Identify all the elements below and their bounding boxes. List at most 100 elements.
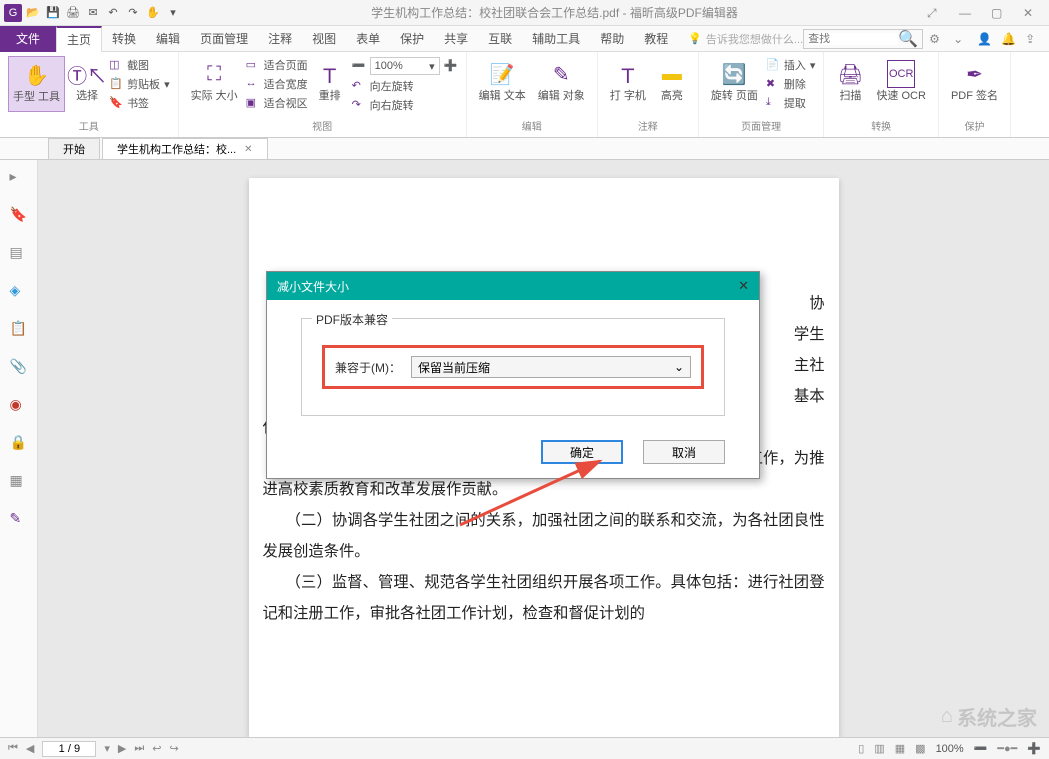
rail-pages-icon[interactable]: ▤ [10,244,28,262]
snapshot-button[interactable]: ◫截图 [109,56,170,74]
maximize-icon[interactable]: ▢ [991,6,1005,20]
open-icon[interactable]: 📂 [24,4,42,22]
delete-button[interactable]: ✖删除 [766,75,816,93]
doc-tab-current[interactable]: 学生机构工作总结：校...✕ [102,138,268,159]
prev-page-icon[interactable]: ◀ [26,742,34,755]
nav-back-icon[interactable]: ↩ [152,742,161,755]
edit-object-button[interactable]: ✎编辑 对象 [534,56,589,106]
rail-layers-icon[interactable]: ◈ [10,282,28,300]
first-page-icon[interactable]: ⏮ [8,742,18,755]
close-tab-icon[interactable]: ✕ [244,144,252,155]
minimize-icon[interactable]: — [959,6,973,20]
ribbon-collapse-icon[interactable]: ⤢ [927,6,941,20]
doc-tab-start[interactable]: 开始 [48,138,100,159]
dialog-titlebar[interactable]: 减小文件大小 ✕ [267,272,759,300]
tab-convert[interactable]: 转换 [102,26,146,52]
insert-button[interactable]: 📄插入▾ [766,56,816,74]
tab-pages[interactable]: 页面管理 [190,26,258,52]
close-window-icon[interactable]: ✕ [1023,6,1037,20]
tab-accessibility[interactable]: 辅助工具 [522,26,590,52]
app-icon[interactable]: G [4,4,22,22]
hand-tool-button[interactable]: ✋ 手型 工具 [8,56,65,112]
view-facing-icon[interactable]: ▦ [895,742,905,755]
reflow-button[interactable]: Ｔ 重排 [312,56,348,114]
tab-edit[interactable]: 编辑 [146,26,190,52]
actual-size-icon: ⛶ [200,60,228,88]
qat-more-icon[interactable]: ▾ [164,4,182,22]
ocr-icon: OCR [887,60,915,88]
minimize-ribbon-icon[interactable]: ⌄ [953,32,967,46]
undo-icon[interactable]: ↶ [104,4,122,22]
tab-form[interactable]: 表单 [346,26,390,52]
tab-home[interactable]: 主页 [56,26,102,52]
fit-visible-icon: ▣ [246,96,260,110]
compat-combo[interactable]: 保留当前压缩 ⌄ [411,356,691,378]
tell-me[interactable]: 💡 告诉我您想做什么... [688,31,803,47]
search-icon[interactable]: 🔍 [898,29,918,49]
zoom-out-sb-icon[interactable]: ➖ [974,742,988,755]
view-continuous-icon[interactable]: ▥ [874,742,884,755]
ocr-button[interactable]: OCR快速 OCR [872,56,930,106]
edit-text-button[interactable]: 📝编辑 文本 [475,56,530,106]
save-icon[interactable]: 💾 [44,4,62,22]
rail-stamps-icon[interactable]: ◉ [10,396,28,414]
gear-icon[interactable]: ⚙ [929,32,943,46]
rail-signatures-icon[interactable]: ✎ [10,510,28,528]
hand-qat-icon[interactable]: ✋ [144,4,162,22]
rail-security-icon[interactable]: 🔒 [10,434,28,452]
extract-button[interactable]: ⤓提取 [766,94,816,112]
highlight-button[interactable]: ▬高亮 [654,56,690,106]
tab-view[interactable]: 视图 [302,26,346,52]
rail-attachments-icon[interactable]: 📎 [10,358,28,376]
bookmark-button[interactable]: 🔖书签 [109,94,170,112]
ok-button[interactable]: 确定 [541,440,623,464]
actual-size-button[interactable]: ⛶ 实际 大小 [187,56,242,114]
sign-button[interactable]: ✒PDF 签名 [947,56,1002,106]
select-label: 选择 [76,90,98,102]
tab-share[interactable]: 共享 [434,26,478,52]
rotate-right-button[interactable]: ↷向右旋转 [352,96,458,114]
dialog-close-icon[interactable]: ✕ [738,278,749,294]
tab-connect[interactable]: 互联 [478,26,522,52]
search-box[interactable]: 🔍 [803,29,923,49]
fit-width-button[interactable]: ↔适合宽度 [246,75,308,93]
redo-icon[interactable]: ↷ [124,4,142,22]
print-icon[interactable]: 🖨 [64,4,82,22]
rail-expand-icon[interactable]: ▸ [10,168,28,186]
cancel-button[interactable]: 取消 [643,440,725,464]
page-input[interactable] [42,741,96,757]
typewriter-button[interactable]: Ｔ打 字机 [606,56,650,106]
zoom-in-icon[interactable]: ➕ [444,59,458,73]
rail-fields-icon[interactable]: ▦ [10,472,28,490]
rotate-pages-button[interactable]: 🔄旋转 页面 [707,56,762,112]
tab-tutorial[interactable]: 教程 [634,26,678,52]
rail-comments-icon[interactable]: 📋 [10,320,28,338]
page-dropdown-icon[interactable]: ▾ [104,742,110,755]
file-menu[interactable]: 文件 [0,26,56,52]
tab-protect[interactable]: 保护 [390,26,434,52]
zoom-in-sb-icon[interactable]: ➕ [1027,742,1041,755]
last-page-icon[interactable]: ⏭ [134,742,144,755]
clipboard-button[interactable]: 📋剪贴板▾ [109,75,170,93]
tab-help[interactable]: 帮助 [590,26,634,52]
select-tool-button[interactable]: Ⓣ↖ 选择 [69,56,105,112]
email-icon[interactable]: ✉ [84,4,102,22]
zoom-combo[interactable]: 100%▾ [370,57,440,75]
view-single-icon[interactable]: ▯ [858,742,864,755]
fit-page-button[interactable]: ▭适合页面 [246,56,308,74]
zoom-out-button[interactable]: ➖100%▾➕ [352,56,458,76]
user-icon[interactable]: 👤 [977,32,991,46]
search-input[interactable] [808,33,898,45]
rail-bookmark-icon[interactable]: 🔖 [10,206,28,224]
tab-comment[interactable]: 注释 [258,26,302,52]
view-continuous-facing-icon[interactable]: ▩ [915,742,925,755]
zoom-slider[interactable]: ━●━ [997,742,1017,755]
nav-fwd-icon[interactable]: ↪ [170,742,179,755]
rotate-left-button[interactable]: ↶向左旋转 [352,77,458,95]
fit-visible-button[interactable]: ▣适合视区 [246,94,308,112]
scan-button[interactable]: 🖨扫描 [832,56,868,106]
chevron-down-icon: ▾ [429,60,435,73]
share-icon[interactable]: ⇪ [1025,32,1039,46]
bell-icon[interactable]: 🔔 [1001,32,1015,46]
next-page-icon[interactable]: ▶ [118,742,126,755]
